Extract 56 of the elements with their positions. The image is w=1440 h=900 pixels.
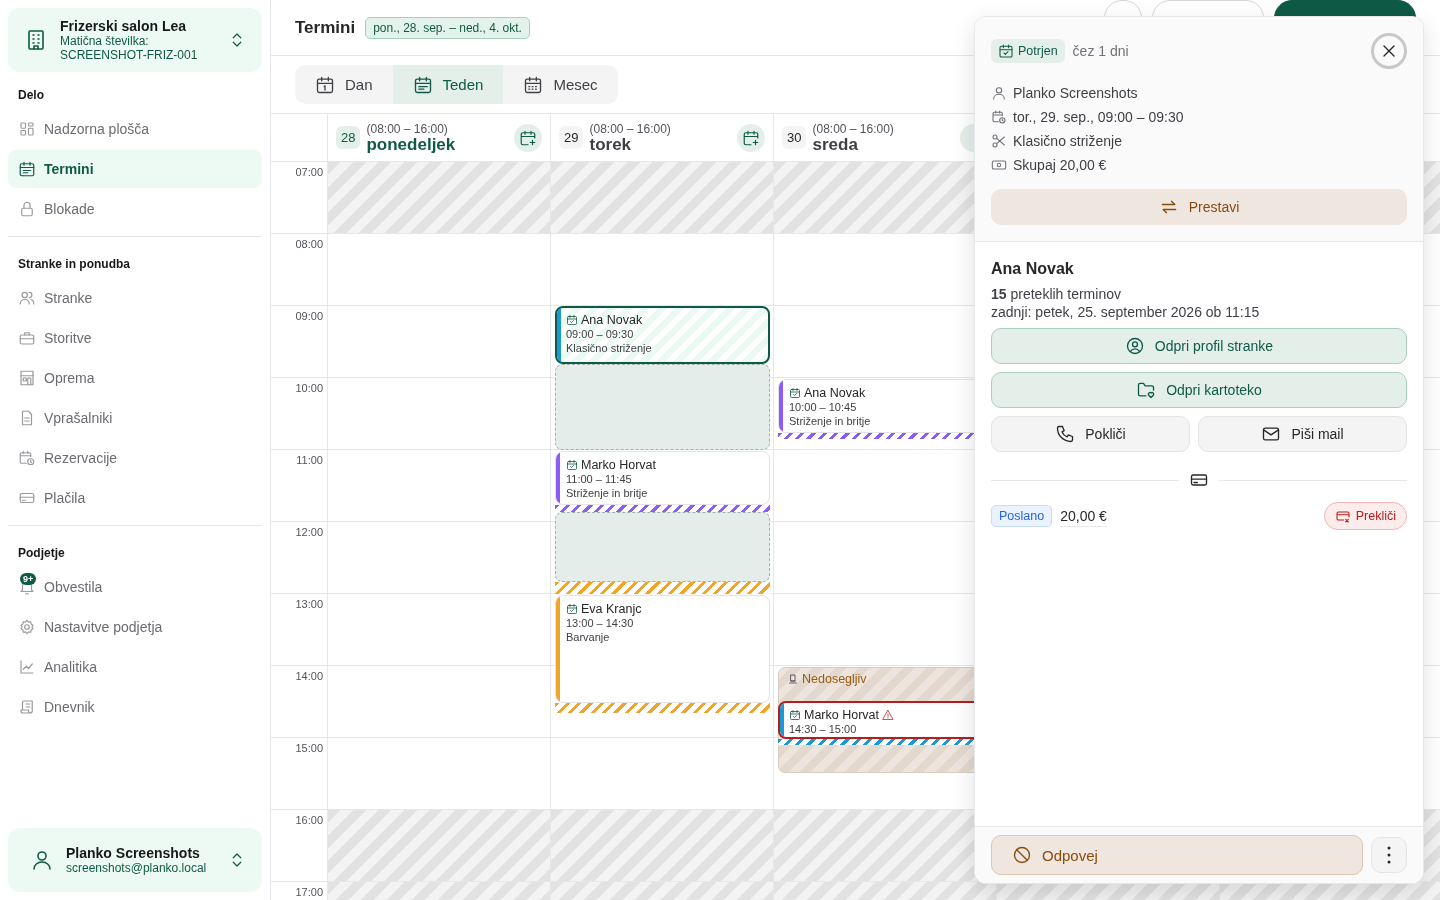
day-name: sreda — [812, 135, 859, 154]
user-name: Planko Screenshots — [66, 845, 201, 861]
appointment-time: 14:30 – 15:00 — [789, 722, 858, 736]
hour-label: 08:00 — [295, 238, 323, 250]
relative-time: čez 1 dni — [1072, 43, 1130, 59]
detail-text: Klasično striženje — [1013, 133, 1122, 149]
client-name: Ana Novak — [804, 386, 866, 400]
appointment-time: 10:00 – 10:45 — [789, 400, 858, 414]
hour-label: 17:00 — [295, 886, 323, 898]
user-email: screenshots@planko.local — [66, 861, 208, 875]
hour-label: 11:00 — [296, 454, 323, 466]
client-name: Eva Kranjc — [581, 602, 642, 616]
nav-section-title: Delo — [17, 87, 45, 104]
appointment-time: 13:00 – 14:30 — [566, 616, 635, 630]
detail-text: tor., 29. sep., 09:00 – 09:30 — [1013, 109, 1184, 125]
company-id: Matična številka: SCREENSHOT-FRIZ-001 — [60, 34, 199, 62]
block-label: Nedosegljiv — [802, 672, 867, 686]
payment-status-badge: Poslano — [991, 505, 1053, 527]
working-hours: (08:00 – 16:00) — [589, 121, 672, 136]
hour-label: 07:00 — [295, 166, 323, 178]
working-hours: (08:00 – 16:00) — [366, 121, 449, 136]
client-name: Marko Horvat — [581, 458, 657, 472]
hour-label: 09:00 — [295, 310, 323, 322]
notification-badge: 9+ — [20, 573, 37, 585]
day-number: 30 — [782, 126, 807, 149]
status-badge: Potrjen — [991, 39, 1065, 63]
hour-label: 15:00 — [295, 742, 323, 754]
nav-section-title: Podjetje — [17, 545, 66, 562]
day-number: 29 — [559, 126, 584, 149]
company-name: Frizerski salon Lea — [60, 18, 188, 34]
date-range-badge: pon., 28. sep. – ned., 4. okt. — [365, 16, 530, 39]
appointment-time: 11:00 – 11:45 — [566, 472, 633, 486]
working-hours: (08:00 – 16:00) — [812, 121, 895, 136]
service-name: Barvanje — [566, 630, 611, 644]
detail-text: Planko Screenshots — [1013, 85, 1138, 101]
client-name: Ana Novak — [991, 260, 1075, 278]
day-name: torek — [589, 135, 633, 154]
hour-label: 13:00 — [295, 598, 323, 610]
service-name: Striženje in britje — [789, 414, 872, 428]
page-title: Termini — [295, 17, 356, 38]
visit-count: 15 preteklih terminov — [991, 286, 1122, 302]
hour-label: 16:00 — [295, 814, 323, 826]
hour-label: 14:00 — [295, 670, 323, 682]
detail-text: Skupaj 20,00 € — [1013, 157, 1107, 173]
hour-label: 10:00 — [295, 382, 323, 394]
nav-section-title: Stranke in ponudba — [17, 256, 131, 273]
client-name: Marko Horvat — [804, 708, 880, 722]
client-name: Ana Novak — [581, 313, 643, 327]
service-name: Striženje in britje — [566, 486, 649, 500]
day-name: ponedeljek — [366, 135, 457, 154]
day-number: 28 — [336, 126, 361, 149]
appointment-time: 09:00 – 09:30 — [566, 327, 635, 341]
last-visit: zadnji: petek, 25. september 2026 ob 11:15 — [991, 304, 1261, 320]
payment-amount: 20,00 € — [1060, 505, 1107, 527]
hour-label: 12:00 — [295, 526, 323, 538]
service-name: Klasično striženje — [566, 341, 653, 355]
